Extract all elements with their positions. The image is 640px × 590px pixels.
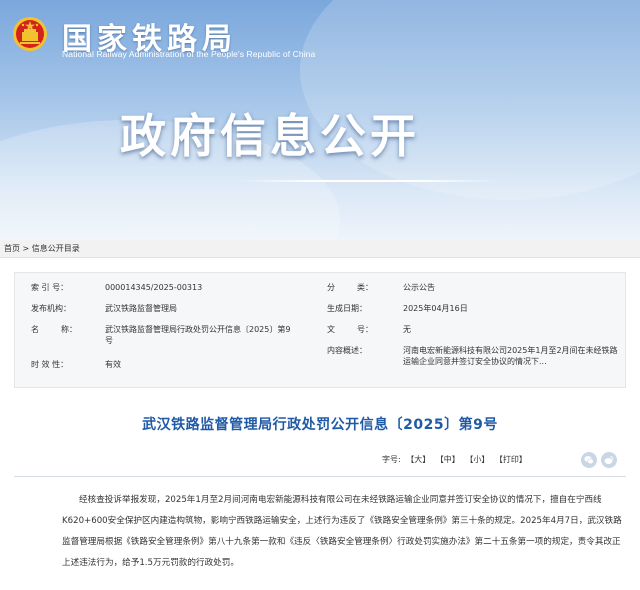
date-value: 2025年04月16日 [403,304,468,313]
publisher-value: 武汉铁路监督管理局 [105,304,177,313]
breadcrumb-home-link[interactable]: 首页 [4,244,20,253]
docno-label: 文号： [327,325,373,334]
validity-value: 有效 [105,360,121,369]
wechat-share-icon[interactable] [581,452,597,468]
index-value: 000014345/2025-00313 [105,283,203,292]
font-large-button[interactable]: 【大】 [406,455,430,464]
font-size-controls: 字号: 【大】 【中】 【小】 【打印】 [382,454,530,465]
font-size-label: 字号: [382,455,401,464]
name-value: 武汉铁路监督管理局行政处罚公开信息〔2025〕第9号 [105,325,291,345]
breadcrumb-current-link[interactable]: 信息公开目录 [32,244,80,253]
font-medium-button[interactable]: 【中】 [436,455,460,464]
category-value: 公示公告 [403,283,435,292]
breadcrumb: 首页 > 信息公开目录 [0,240,640,258]
article-toolbar: 字号: 【大】 【中】 【小】 【打印】 [0,450,640,470]
validity-label: 时 效 性： [31,360,69,369]
banner-underline [238,180,498,182]
national-emblem-icon[interactable] [12,16,48,52]
date-label: 生成日期： [327,304,367,313]
header-banner: 国家铁路局 National Railway Administration of… [0,0,640,240]
index-label: 索 引 号： [31,283,69,292]
publisher-label: 发布机构： [31,304,71,313]
article-body: 经核查投诉举报发现，2025年1月至2月间河南电宏新能源科技有限公司在未经铁路运… [62,490,626,574]
article-paragraph: 经核查投诉举报发现，2025年1月至2月间河南电宏新能源科技有限公司在未经铁路运… [62,495,622,568]
weibo-share-icon[interactable] [601,452,617,468]
article-title: 武汉铁路监督管理局行政处罚公开信息〔2025〕第9号 [142,417,498,433]
banner-title: 政府信息公开 [120,109,420,163]
category-label: 分类： [327,283,373,292]
font-small-button[interactable]: 【小】 [465,455,489,464]
print-button[interactable]: 【打印】 [495,455,527,464]
summary-value: 河南电宏新能源科技有限公司2025年1月至2月间在未经铁路运输企业同意并签订安全… [403,346,618,366]
breadcrumb-separator: > [20,244,32,253]
article-divider [14,476,626,477]
summary-label: 内容概述： [327,346,367,355]
name-label: 名称： [31,325,77,334]
org-name-english: National Railway Administration of the P… [62,49,316,59]
document-info-table: 索 引 号： 000014345/2025-00313 分类： 公示公告 发布机… [14,272,626,388]
docno-value: 无 [403,325,411,334]
